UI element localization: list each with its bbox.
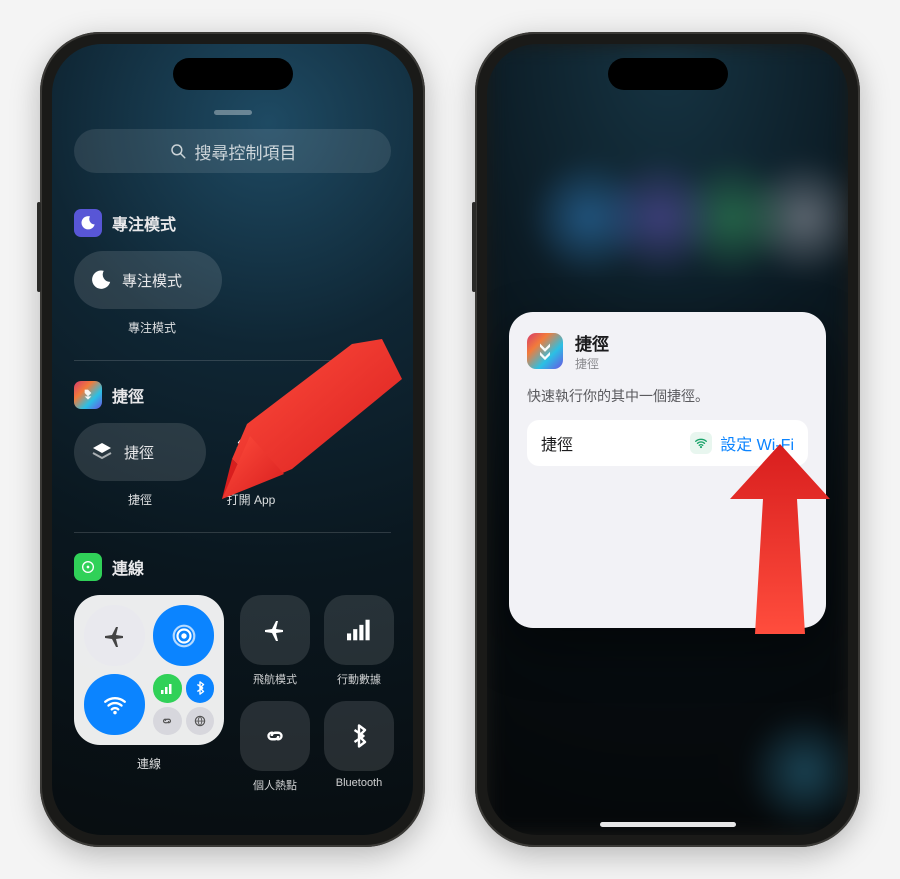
phone-left: 搜尋控制項目 專注模式 專注模式 專注模式	[40, 32, 425, 847]
shortcut-config-popup: 捷徑 捷徑 快速執行你的其中一個捷徑。 捷徑 設定 Wi-Fi	[509, 312, 826, 628]
airdrop-icon	[171, 623, 197, 649]
link-icon	[262, 723, 288, 749]
bluetooth-tile[interactable]	[324, 701, 394, 771]
extra-mini[interactable]	[186, 707, 215, 736]
hotspot-tile[interactable]	[240, 701, 310, 771]
focus-tile-label: 專注模式	[122, 270, 182, 291]
popup-description: 快速執行你的其中一個捷徑。	[527, 386, 808, 406]
cellular-mini[interactable]	[153, 674, 182, 703]
connect-row: 連線 飛航模式	[74, 595, 391, 793]
shortcut-picker-row[interactable]: 捷徑 設定 Wi-Fi	[527, 420, 808, 466]
screen-right: 捷徑 捷徑 快速執行你的其中一個捷徑。 捷徑 設定 Wi-Fi	[487, 44, 848, 835]
search-placeholder: 搜尋控制項目	[195, 139, 297, 164]
shortcuts-app-icon	[527, 333, 563, 369]
open-app-caption: 打開 App	[227, 491, 276, 508]
open-app-icon	[234, 435, 268, 469]
shortcuts-tile-label: 捷徑	[124, 442, 154, 463]
cellular-caption: 行動數據	[337, 671, 381, 687]
focus-section-icon	[74, 209, 102, 237]
sheet-grabber[interactable]	[214, 110, 252, 115]
bluetooth-icon	[350, 724, 368, 748]
phone-right: 捷徑 捷徑 快速執行你的其中一個捷徑。 捷徑 設定 Wi-Fi	[475, 32, 860, 847]
screen-left: 搜尋控制項目 專注模式 專注模式 專注模式	[52, 44, 413, 835]
hotspot-mini[interactable]	[153, 707, 182, 736]
section-shortcuts: 捷徑 捷徑 捷徑	[74, 381, 391, 533]
link-icon	[160, 714, 174, 728]
section-header-focus: 專注模式	[74, 209, 391, 237]
section-title-shortcuts: 捷徑	[112, 383, 144, 407]
divider	[74, 532, 391, 533]
search-icon	[169, 142, 187, 160]
shortcuts-tile[interactable]: 捷徑	[74, 423, 206, 481]
action-label: 捷徑	[541, 431, 573, 455]
focus-tile[interactable]: 專注模式	[74, 251, 222, 309]
popup-title: 捷徑	[575, 330, 609, 355]
section-title-focus: 專注模式	[112, 211, 176, 235]
dynamic-island	[173, 58, 293, 90]
wifi-badge-icon	[690, 432, 712, 454]
shortcuts-row: 捷徑 捷徑 打開 App	[74, 423, 391, 508]
cellular-tile[interactable]	[324, 595, 394, 665]
dynamic-island	[608, 58, 728, 90]
airplane-icon	[103, 624, 127, 648]
bluetooth-icon	[194, 681, 206, 695]
open-app-tile[interactable]	[222, 423, 280, 481]
globe-icon	[193, 714, 207, 728]
shortcuts-caption: 捷徑	[128, 491, 152, 508]
sub-cluster	[153, 674, 214, 735]
shortcuts-section-icon	[74, 381, 102, 409]
cellular-bars-icon	[347, 618, 371, 642]
connect-section-icon	[74, 553, 102, 581]
airdrop-toggle[interactable]	[153, 605, 214, 666]
wifi-icon	[102, 692, 128, 718]
section-header-connect: 連線	[74, 553, 391, 581]
airplane-icon	[263, 618, 287, 642]
hotspot-caption: 個人熱點	[253, 777, 297, 793]
search-input[interactable]: 搜尋控制項目	[74, 129, 391, 173]
section-title-connect: 連線	[112, 555, 144, 579]
section-connect: 連線	[74, 553, 391, 793]
home-indicator[interactable]	[600, 822, 736, 827]
focus-tile-wrap: 專注模式 專注模式	[74, 251, 391, 336]
divider	[74, 360, 391, 361]
bluetooth-mini[interactable]	[186, 674, 215, 703]
airplane-tile[interactable]	[240, 595, 310, 665]
wifi-toggle[interactable]	[84, 674, 145, 735]
popup-subtitle: 捷徑	[575, 355, 609, 372]
connect-caption: 連線	[137, 755, 161, 772]
bluetooth-caption: Bluetooth	[336, 777, 382, 789]
stack-icon	[90, 440, 114, 464]
section-focus: 專注模式 專注模式 專注模式	[74, 209, 391, 361]
moon-icon	[90, 269, 112, 291]
cellular-bars-icon	[160, 681, 174, 695]
section-header-shortcuts: 捷徑	[74, 381, 391, 409]
popup-header: 捷徑 捷徑	[527, 330, 808, 372]
control-center: 搜尋控制項目 專注模式 專注模式 專注模式	[52, 44, 413, 835]
focus-caption: 專注模式	[128, 319, 391, 336]
action-value: 設定 Wi-Fi	[720, 431, 794, 455]
connectivity-cluster[interactable]	[74, 595, 224, 745]
action-value-wrap: 設定 Wi-Fi	[690, 431, 794, 455]
airplane-caption: 飛航模式	[253, 671, 297, 687]
airplane-toggle[interactable]	[84, 605, 145, 666]
